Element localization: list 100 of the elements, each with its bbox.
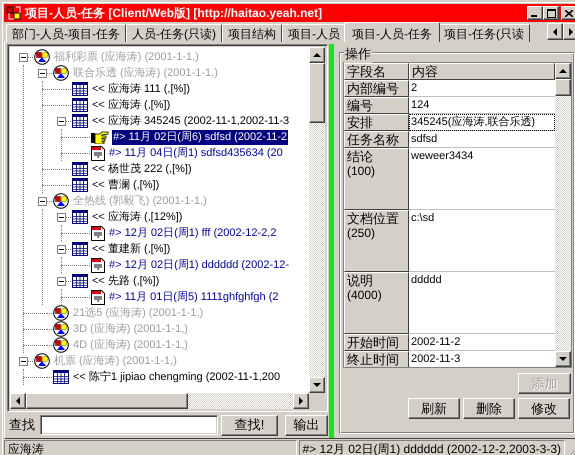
down-arrow-icon — [313, 383, 321, 387]
scroll-thumb[interactable] — [26, 393, 188, 409]
scroll-thumb[interactable] — [555, 79, 571, 96]
tree-item[interactable]: << 先路 (,[%]) — [91, 274, 160, 288]
shapes-icon — [53, 193, 69, 209]
shapes-icon — [53, 305, 69, 321]
window-title: 项目-人员-任务 [Client/Web版] [http://haitao.yeah.net] — [25, 4, 324, 22]
tree-item[interactable]: << 陈宁1 jipiao chengming (2002-11-1,200 — [72, 370, 282, 384]
left-arrow-icon — [16, 397, 20, 405]
tab[interactable]: 项目-人员 — [282, 24, 346, 42]
tree-item[interactable]: #> 11月 04日(周1) sdfsd435634 (20 — [108, 146, 284, 160]
scroll-down-button[interactable] — [555, 351, 571, 367]
field-value[interactable]: 124 — [409, 97, 555, 114]
tree-item[interactable]: << 应海涛 (,[%]) — [91, 98, 172, 112]
minimize-button[interactable] — [527, 6, 543, 20]
tree-item[interactable]: #> 11月 02日(周6) sdfsd (2002-11-2 — [112, 130, 288, 144]
field-value[interactable]: sdfsd — [409, 131, 555, 148]
scroll-up-button[interactable] — [309, 47, 325, 63]
close-icon — [565, 10, 573, 16]
tab[interactable]: 部门-人员-项目-任务 — [6, 24, 126, 42]
collapse-icon[interactable] — [57, 244, 66, 254]
tree-item[interactable]: << 应海涛 345245 (2002-11-1,2002-11-3 — [91, 114, 290, 128]
scroll-down-button[interactable] — [309, 377, 325, 393]
find-button[interactable]: 查找! — [221, 414, 278, 436]
calendar-icon — [72, 274, 88, 288]
tab-scroll-left-button[interactable] — [547, 23, 563, 40]
tab[interactable]: 项目结构 — [222, 24, 282, 42]
field-label: 说明 — [347, 273, 373, 288]
length-limit: (250) — [347, 226, 376, 240]
maximize-icon — [546, 8, 556, 18]
field-value[interactable]: ddddd — [409, 272, 555, 334]
calendar-icon — [72, 98, 88, 112]
pointing-hand-icon — [91, 130, 109, 144]
scroll-up-button[interactable] — [555, 63, 571, 79]
down-arrow-icon — [559, 357, 567, 361]
shapes-icon — [53, 321, 69, 337]
action-button[interactable]: 删除 — [463, 398, 515, 419]
tab[interactable]: 人员-任务(只读) — [126, 24, 222, 42]
calendar-icon — [72, 242, 88, 256]
length-limit: (100) — [347, 164, 376, 178]
app-icon — [6, 5, 22, 21]
shapes-icon — [34, 353, 50, 369]
column-header: 内容 — [409, 63, 555, 80]
calendar-icon — [72, 114, 88, 128]
field-value[interactable]: 2 — [409, 80, 555, 97]
calendar-page-icon — [91, 289, 105, 305]
shapes-icon — [53, 65, 69, 81]
tab-scroll-right-button[interactable] — [563, 23, 575, 40]
action-button[interactable]: 刷新 — [408, 398, 460, 419]
collapse-icon[interactable] — [57, 116, 66, 126]
close-button[interactable] — [561, 6, 575, 20]
field-label: 安排 — [344, 114, 409, 131]
calendar-page-icon — [91, 145, 105, 161]
maximize-button[interactable] — [543, 6, 559, 20]
calendar-icon — [72, 162, 88, 176]
up-arrow-icon — [559, 69, 567, 73]
field-label: 文档位置 — [347, 211, 399, 226]
calendar-page-icon — [91, 257, 105, 273]
tree-item[interactable]: << 应海涛 (,[12%]) — [91, 210, 184, 224]
tree-item[interactable]: << 董建新 (,[%]) — [91, 242, 172, 256]
field-value[interactable]: 2002-11-2 — [409, 334, 555, 351]
collapse-icon[interactable] — [57, 276, 66, 286]
scroll-thumb[interactable] — [309, 63, 325, 123]
scroll-left-button[interactable] — [10, 393, 26, 409]
tree-item[interactable]: << 曹澜 (,[%]) — [91, 178, 160, 192]
tree-item[interactable]: << 杨世茂 222 (,[%]) — [91, 162, 193, 176]
field-label: 结论 — [347, 149, 373, 164]
shapes-icon — [53, 337, 69, 353]
left-arrow-icon — [553, 28, 557, 36]
field-label: 任务名称 — [344, 131, 409, 148]
collapse-icon[interactable] — [19, 52, 28, 62]
tree-item[interactable]: #> 12月 02日(周1) dddddd (2002-12- — [108, 258, 290, 272]
scroll-right-button[interactable] — [293, 393, 309, 409]
calendar-page-icon — [91, 225, 105, 241]
length-limit: (4000) — [347, 288, 382, 302]
field-label: 开始时间 — [344, 334, 409, 351]
search-field[interactable] — [40, 415, 218, 435]
column-header: 字段名 — [344, 63, 409, 80]
right-arrow-icon — [569, 28, 573, 36]
collapse-icon[interactable] — [38, 196, 47, 206]
field-label: 编号 — [344, 97, 409, 114]
tree-item[interactable]: << 应海涛 111 (,[%]) — [91, 82, 192, 96]
tree-item[interactable]: #> 12月 02日(周1) fff (2002-12-2,2 — [108, 226, 278, 240]
tab[interactable]: 项目-任务(只读 — [438, 24, 530, 42]
field-label: 终止时间 — [344, 351, 409, 367]
collapse-icon[interactable] — [19, 356, 28, 366]
calendar-icon — [72, 178, 88, 192]
collapse-icon[interactable] — [57, 212, 66, 222]
export-button[interactable]: 输出 — [284, 414, 328, 436]
tab[interactable]: 项目-人员-任务 — [344, 22, 440, 42]
action-button[interactable]: 修改 — [518, 398, 570, 419]
group-title: 操作 — [344, 45, 372, 63]
field-value[interactable]: 345245(应海涛,联合乐透) — [409, 114, 555, 131]
field-value[interactable]: weweer3434 — [409, 148, 555, 210]
status-text: 应海涛 — [4, 440, 296, 455]
tree-item[interactable]: #> 11月 01日(周5) 1111ghfghfgh (2 — [108, 290, 280, 304]
calendar-icon — [53, 370, 69, 384]
field-value[interactable]: c:\sd — [409, 210, 555, 272]
collapse-icon[interactable] — [38, 68, 47, 78]
find-label: 查找 — [9, 416, 35, 434]
